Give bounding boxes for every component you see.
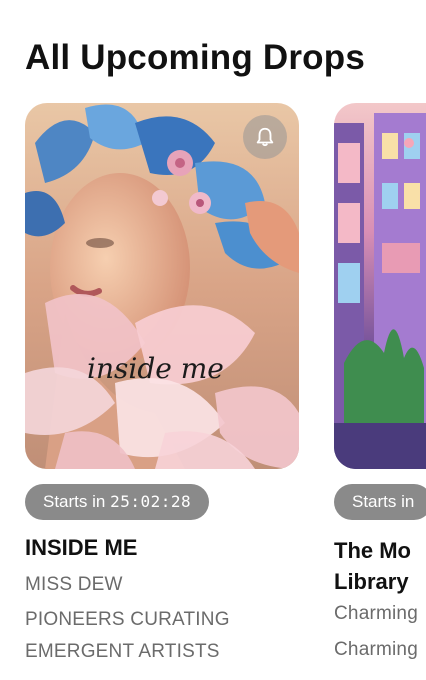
drop-artist[interactable]: Charming [334,603,418,625]
countdown-prefix: Starts in [352,492,415,511]
drop-artwork[interactable]: inside me [25,103,299,469]
reminder-bell-button[interactable] [243,115,287,159]
bell-icon [256,127,274,147]
drop-name[interactable]: INSIDE ME [25,535,137,561]
drop-curator-line-1: PIONEERS CURATING [25,609,230,630]
countdown-time: 25:02:28 [110,492,192,511]
countdown-badge: Starts in 25:02:28 [25,484,210,520]
page-title: All Upcoming Drops [25,38,365,77]
drop-card-inside-me[interactable]: inside me Starts in 25:02:28 INSIDE ME M… [25,103,299,662]
countdown-badge: Starts in [334,484,426,520]
drop-curator-line-2: EMERGENT ARTISTS [25,641,220,662]
drop-name-line-2: Library [334,569,409,594]
drop-curator: Charming [334,639,418,660]
drop-name-line-1: The Mo [334,538,411,563]
drop-card-library[interactable]: Starts in The Mo Library Charming Charmi… [334,103,426,660]
artwork-image [334,103,426,469]
drop-name[interactable]: The Mo Library [334,535,411,597]
drop-artwork[interactable] [334,103,426,469]
drops-carousel[interactable]: inside me Starts in 25:02:28 INSIDE ME M… [0,103,426,680]
countdown-prefix: Starts in [43,492,106,511]
drop-artist[interactable]: MISS DEW [25,574,123,596]
artwork-caption: inside me [87,352,224,385]
